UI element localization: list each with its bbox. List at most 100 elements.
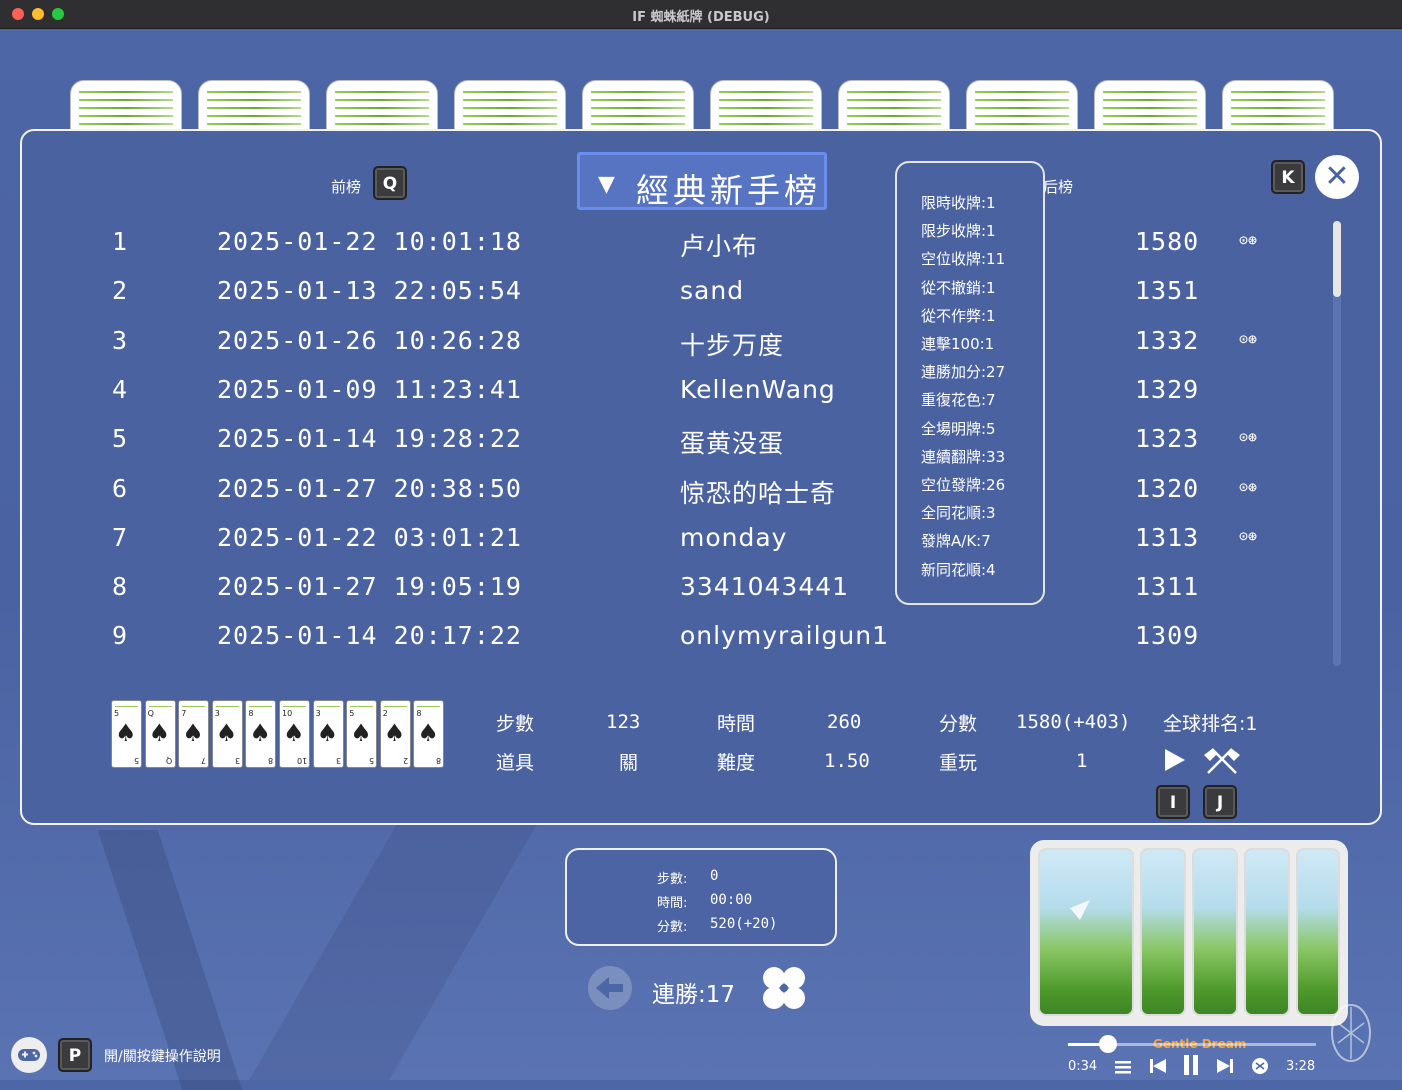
card-back-image[interactable]: [1192, 848, 1238, 1016]
card-back-image[interactable]: [1038, 848, 1134, 1016]
key-j[interactable]: J: [1203, 785, 1237, 819]
row-player-name: 十步万度: [680, 330, 785, 360]
completed-suit-card: 2 ♠ 2: [379, 700, 411, 768]
card-rank: 5: [349, 709, 355, 718]
row-datetime: 2025-01-14 20:17:22: [217, 621, 522, 651]
card-rank-bottom: 5: [133, 756, 139, 765]
leaderboard-row[interactable]: 9 2025-01-14 20:17:22 onlymyrailgun1 1309: [22, 621, 1322, 661]
replay-icon[interactable]: ⊙⊛: [1239, 478, 1257, 496]
bonus-item: 發牌A/K:7: [921, 532, 991, 551]
replay-icon[interactable]: ⊙⊛: [1239, 330, 1257, 348]
card-rank: 10: [282, 709, 293, 718]
steps-value: 123: [606, 711, 641, 733]
leaderboard-row[interactable]: 2 2025-01-13 22:05:54 sand 1351: [22, 276, 1322, 316]
pile-card-edge: [591, 107, 685, 109]
level-label: 關: [619, 752, 639, 774]
spade-icon: ♠: [182, 719, 204, 747]
next-board-label: 后榜: [1043, 178, 1074, 196]
pile-card-edge: [1231, 99, 1325, 101]
score-value: 1580(+403): [1016, 711, 1131, 733]
completed-suit-card: 10 ♠ 10: [279, 700, 310, 768]
pile-card-edge: [335, 123, 429, 125]
row-player-name: KellenWang: [680, 374, 836, 404]
card-rank: 2: [382, 709, 388, 718]
card-rank-bottom: 2: [402, 756, 408, 765]
gamepad-icon[interactable]: [11, 1037, 47, 1073]
bonus-breakdown-popup: 限時收牌:1 限步收牌:1 空位收牌:11 從不撤銷:1 從不作弊:1 連擊100:1 連勝…: [895, 161, 1045, 605]
leaderboard-row[interactable]: 3 2025-01-26 10:26:28 十步万度 1332 ⊙⊛: [22, 326, 1322, 366]
prev-board-key[interactable]: Q: [373, 166, 407, 200]
completed-suit-card: 3 ♠ 3: [312, 700, 344, 768]
card-stack-edge: [283, 701, 306, 707]
row-rank: 5: [112, 424, 129, 454]
row-datetime: 2025-01-27 20:38:50: [217, 473, 522, 503]
clover-icon[interactable]: [760, 964, 808, 1012]
crossed-flags-icon[interactable]: [1202, 745, 1242, 775]
pile-card-edge: [207, 123, 301, 125]
card-back-image[interactable]: [1244, 848, 1290, 1016]
pile-card-edge: [463, 99, 557, 101]
row-rank: 1: [112, 227, 129, 256]
replay-icon[interactable]: ⊙⊛: [1239, 527, 1257, 545]
card-back-selector[interactable]: [1030, 840, 1348, 1026]
track-progress-bar[interactable]: [1068, 1035, 1316, 1053]
card-rank: 8: [416, 709, 422, 718]
track-progress-handle[interactable]: [1098, 1035, 1117, 1053]
close-icon[interactable]: ✕: [1315, 155, 1359, 199]
help-toggle-text: 開/關按鍵操作說明: [104, 1049, 221, 1065]
card-rank-bottom: 10: [296, 756, 307, 765]
leaderboard-row[interactable]: 5 2025-01-14 19:28:22 蛋黄没蛋 1323 ⊙⊛: [22, 424, 1322, 464]
board-selector-dropdown[interactable]: ▼ 經典新手榜: [577, 152, 827, 210]
card-stack-edge: [115, 701, 138, 707]
leaderboard-row[interactable]: 8 2025-01-27 19:05:19 3341043441 1311: [22, 572, 1322, 612]
row-datetime: 2025-01-14 19:28:22: [217, 424, 522, 454]
row-player-name: monday: [680, 522, 788, 552]
leaderboard-row[interactable]: 4 2025-01-09 11:23:41 KellenWang 1329: [22, 375, 1322, 415]
spade-icon: ♠: [283, 719, 305, 747]
bonus-item: 連勝加分:27: [921, 363, 1006, 382]
previous-track-icon[interactable]: [1150, 1058, 1166, 1074]
row-rank: 8: [112, 572, 129, 602]
pause-icon[interactable]: [1183, 1055, 1199, 1075]
leaderboard-row[interactable]: 1 2025-01-22 10:01:18 卢小布 1580 ⊙⊛: [22, 227, 1322, 267]
pile-card-edge: [975, 107, 1069, 109]
replay-icon[interactable]: ⊙⊛: [1239, 428, 1257, 446]
items-label: 道具: [496, 752, 535, 774]
pile-card-edge: [591, 123, 685, 125]
shuffle-icon[interactable]: [1252, 1058, 1268, 1074]
completed-suit-card: 5 ♠ 5: [346, 700, 378, 768]
leaderboard-scrollbar[interactable]: [1333, 221, 1341, 666]
next-track-icon[interactable]: [1217, 1058, 1233, 1074]
leaderboard-row[interactable]: 6 2025-01-27 20:38:50 惊恐的哈士奇 1320 ⊙⊛: [22, 474, 1322, 514]
row-rank: 3: [112, 325, 129, 355]
row-score: 1309: [1135, 621, 1200, 651]
bonus-item: 限步收牌:1: [921, 222, 996, 241]
pile-card-edge: [1231, 123, 1325, 125]
help-key-p[interactable]: P: [58, 1038, 92, 1072]
pile-card-edge: [335, 115, 429, 117]
card-rank-bottom: 3: [234, 756, 240, 765]
next-board-key[interactable]: K: [1271, 160, 1305, 194]
difficulty-value: 1.50: [824, 750, 870, 772]
playlist-icon[interactable]: [1115, 1059, 1131, 1074]
row-player-name: 3341043441: [680, 572, 850, 602]
pile-card-edge: [847, 99, 941, 101]
replay-icon[interactable]: ⊙⊛: [1239, 231, 1257, 249]
card-rank-bottom: 8: [436, 756, 442, 765]
app-logo-icon: [1330, 1003, 1372, 1063]
row-score: 1329: [1135, 374, 1200, 404]
completed-suit-card: 8 ♠ 8: [413, 700, 445, 768]
card-rank: 7: [181, 709, 187, 718]
card-back-image[interactable]: [1140, 848, 1186, 1016]
leaderboard-row[interactable]: 7 2025-01-22 03:01:21 monday 1313 ⊙⊛: [22, 523, 1322, 563]
spade-icon: ♠: [215, 719, 238, 747]
pile-card-edge: [975, 91, 1069, 93]
row-datetime: 2025-01-27 19:05:19: [217, 572, 522, 602]
card-back-image[interactable]: [1296, 848, 1340, 1016]
card-rank: 3: [214, 709, 220, 718]
back-arrow-icon[interactable]: [587, 965, 633, 1011]
scrollbar-thumb[interactable]: [1333, 221, 1341, 297]
key-i[interactable]: I: [1156, 785, 1190, 819]
card-stack-edge: [182, 701, 206, 707]
play-icon[interactable]: [1163, 748, 1187, 772]
